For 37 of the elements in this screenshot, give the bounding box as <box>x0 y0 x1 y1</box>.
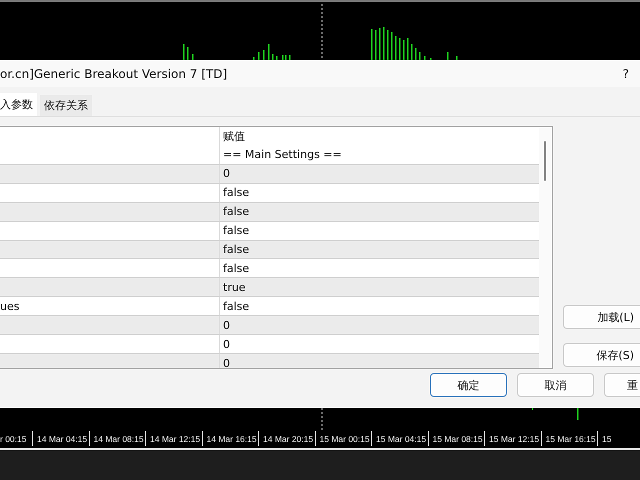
time-axis-label: r 00:15 <box>0 433 28 446</box>
parameter-value: 0 <box>223 167 230 180</box>
time-axis-label: 14 Mar 16:15 <box>202 431 258 446</box>
dialog-button[interactable]: 重 <box>604 373 640 397</box>
column-header: 赋值 <box>222 128 246 145</box>
time-axis-label: 15 Mar 16:15 <box>540 431 597 446</box>
parameter-value: false <box>223 224 250 238</box>
parameter-value: == Main Settings == <box>223 148 342 162</box>
time-axis-label: 14 Mar 08:15 <box>88 431 145 446</box>
tab[interactable]: 入参数 <box>0 93 37 116</box>
time-axis-label: 15 Mar 12:15 <box>484 431 540 446</box>
time-axis-label: 15 Mar 00:15 <box>314 431 371 446</box>
side-button[interactable]: 保存(S) <box>563 343 640 367</box>
tab[interactable]: 依存关系 <box>40 95 92 116</box>
side-button[interactable]: 加载(L) <box>563 305 640 329</box>
time-axis-label: 15 <box>597 431 612 446</box>
parameter-value: false <box>223 300 250 313</box>
time-axis-label: 15 Mar 08:15 <box>428 431 484 446</box>
time-axis-label: 14 Mar 12:15 <box>145 431 202 446</box>
dialog-button[interactable]: 确定 <box>430 373 507 397</box>
parameter-value: false <box>223 205 250 218</box>
parameter-value: 0 <box>223 357 230 368</box>
dialog-button[interactable]: 取消 <box>517 373 594 397</box>
parameter-value: false <box>223 186 250 200</box>
parameter-name: ues <box>0 300 20 313</box>
parameter-value: false <box>223 242 250 256</box>
time-axis-label: 14 Mar 04:15 <box>32 431 88 446</box>
scrollbar[interactable] <box>539 127 552 368</box>
parameter-value: false <box>223 262 250 275</box>
parameter-value: 0 <box>223 338 230 351</box>
time-axis-label: 14 Mar 20:15 <box>258 431 314 446</box>
window-title: or.cn]Generic Breakout Version 7 [TD] <box>0 66 228 80</box>
help-button[interactable]: ? <box>622 66 640 80</box>
time-axis-label: 15 Mar 04:15 <box>371 431 428 446</box>
parameter-value: 0 <box>223 318 230 332</box>
parameter-value: true <box>223 280 246 294</box>
scrollbar-thumb[interactable] <box>544 141 546 181</box>
